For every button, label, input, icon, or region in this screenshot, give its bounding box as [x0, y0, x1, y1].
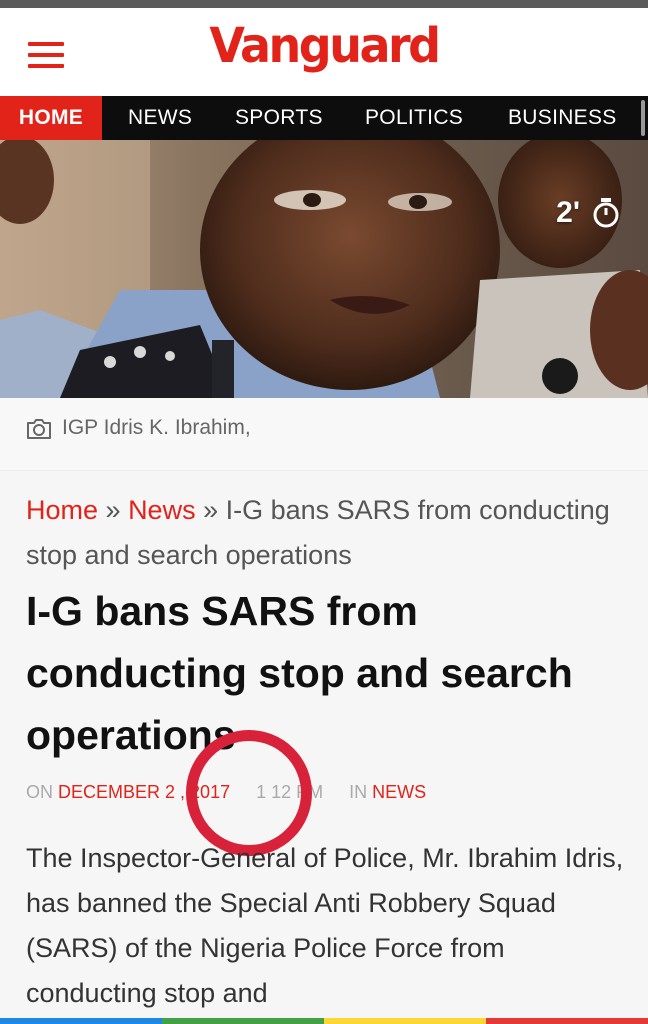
camera-icon [27, 419, 51, 439]
nav-scroll-indicator[interactable] [641, 100, 645, 136]
nav-item-business[interactable]: BUSINESS [508, 96, 617, 140]
image-caption: IGP Idris K. Ibrahim, [0, 398, 648, 471]
caption-text: IGP Idris K. Ibrahim, [62, 416, 251, 439]
read-time-badge: 2' [556, 196, 620, 230]
nav-item-home[interactable]: HOME [0, 96, 102, 140]
stopwatch-icon [593, 198, 619, 228]
article-body: The Inspector-General of Police, Mr. Ibr… [26, 843, 624, 1008]
bottom-color-strip [0, 1018, 648, 1024]
hero-photo [0, 140, 648, 398]
nav-item-sports[interactable]: SPORTS [235, 96, 323, 140]
meta-in-label: IN [349, 782, 368, 802]
breadcrumb-separator: » [195, 495, 226, 525]
article-category[interactable]: NEWS [372, 782, 426, 802]
meta-on-label: ON [26, 782, 53, 802]
main-nav: HOME NEWS SPORTS POLITICS BUSINESS [0, 96, 648, 140]
site-header: Vanguard [0, 8, 648, 96]
nav-item-news[interactable]: NEWS [128, 96, 192, 140]
site-logo[interactable]: Vanguard [0, 17, 648, 74]
top-status-strip [0, 0, 648, 8]
breadcrumb-news[interactable]: News [128, 495, 196, 525]
breadcrumb-home[interactable]: Home [26, 495, 98, 525]
breadcrumb: Home » News » I-G bans SARS from conduct… [26, 488, 626, 578]
article-title: I-G bans SARS from conducting stop and s… [26, 588, 573, 758]
hero-image[interactable] [0, 140, 648, 398]
read-time-value: 2' [556, 196, 580, 229]
breadcrumb-separator: » [98, 495, 129, 525]
nav-item-politics[interactable]: POLITICS [365, 96, 463, 140]
